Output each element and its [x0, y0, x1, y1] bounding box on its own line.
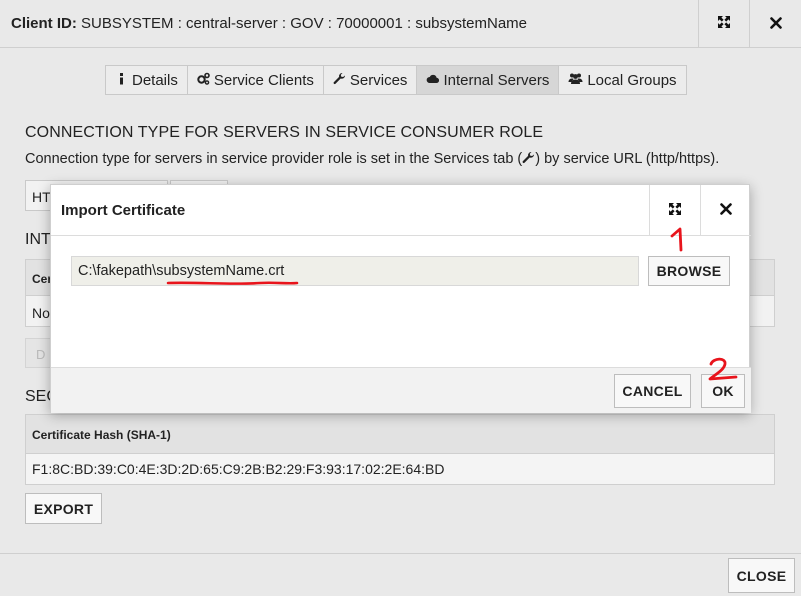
- import-dialog-expand-button[interactable]: [649, 185, 700, 236]
- file-path-prefix: C:\fakepath\: [78, 263, 157, 279]
- users-icon: [568, 72, 583, 89]
- tab-local-groups[interactable]: Local Groups: [558, 65, 687, 95]
- client-id-label: Client ID:: [11, 15, 77, 32]
- file-name: subsystemName.crt: [156, 263, 285, 279]
- client-dialog-title: Client ID: SUBSYSTEM : central-server : …: [11, 15, 527, 32]
- tab-services[interactable]: Services: [322, 65, 418, 95]
- cert-hash-table: Certificate Hash (SHA-1) F1:8C:BD:39:C0:…: [25, 414, 775, 485]
- close-x-icon: [720, 202, 732, 219]
- close-x-icon: [769, 16, 782, 33]
- tab-internal-servers[interactable]: Internal Servers: [416, 65, 560, 95]
- close-button[interactable]: CLOSE: [728, 558, 795, 593]
- connection-type-description: Connection type for servers in service p…: [25, 151, 719, 167]
- gears-icon: [197, 72, 210, 89]
- client-tabs: Details Service Clients Services Interna…: [105, 65, 687, 95]
- cert-hash-value: F1:8C:BD:39:C0:4E:3D:2D:65:C9:2B:B2:29:F…: [26, 454, 774, 484]
- info-icon: [115, 72, 128, 89]
- cert-hash-header: Certificate Hash (SHA-1): [26, 415, 774, 454]
- cloud-icon: [426, 72, 440, 89]
- import-dialog-header: Import Certificate: [51, 185, 751, 236]
- cancel-button[interactable]: CANCEL: [614, 374, 691, 408]
- connection-type-heading: CONNECTION TYPE FOR SERVERS IN SERVICE C…: [25, 124, 544, 141]
- expand-button[interactable]: [698, 0, 749, 48]
- close-window-button[interactable]: [749, 0, 801, 48]
- client-dialog-titlebar: Client ID: SUBSYSTEM : central-server : …: [0, 0, 801, 48]
- export-button[interactable]: EXPORT: [25, 493, 102, 524]
- internal-tls-heading: INT: [25, 231, 51, 248]
- wrench-icon: [522, 151, 535, 167]
- expand-arrows-icon: [717, 15, 731, 33]
- connection-desc-part1: Connection type for servers in service p…: [25, 151, 523, 167]
- tab-local-groups-label: Local Groups: [587, 71, 677, 89]
- wrench-icon: [333, 72, 346, 89]
- client-dialog-footer: [0, 553, 801, 596]
- client-id-value: SUBSYSTEM : central-server : GOV : 70000…: [81, 15, 528, 32]
- connection-desc-part2: ) by service URL (http/https).: [535, 151, 720, 167]
- import-certificate-dialog: Import Certificate C:\fakepath\subsystem…: [50, 184, 751, 413]
- tab-internal-servers-label: Internal Servers: [443, 71, 550, 89]
- ok-button[interactable]: OK: [701, 374, 745, 408]
- tab-services-label: Services: [349, 71, 408, 89]
- expand-arrows-icon: [668, 202, 682, 220]
- certificate-file-field[interactable]: C:\fakepath\subsystemName.crt: [71, 256, 639, 286]
- import-dialog-title: Import Certificate: [61, 202, 186, 219]
- import-dialog-close-button[interactable]: [700, 185, 751, 236]
- browse-button[interactable]: BROWSE: [648, 256, 730, 286]
- tab-details[interactable]: Details: [105, 65, 188, 95]
- tab-service-clients-label: Service Clients: [213, 71, 314, 89]
- tab-details-label: Details: [132, 71, 178, 89]
- tab-service-clients[interactable]: Service Clients: [186, 65, 324, 95]
